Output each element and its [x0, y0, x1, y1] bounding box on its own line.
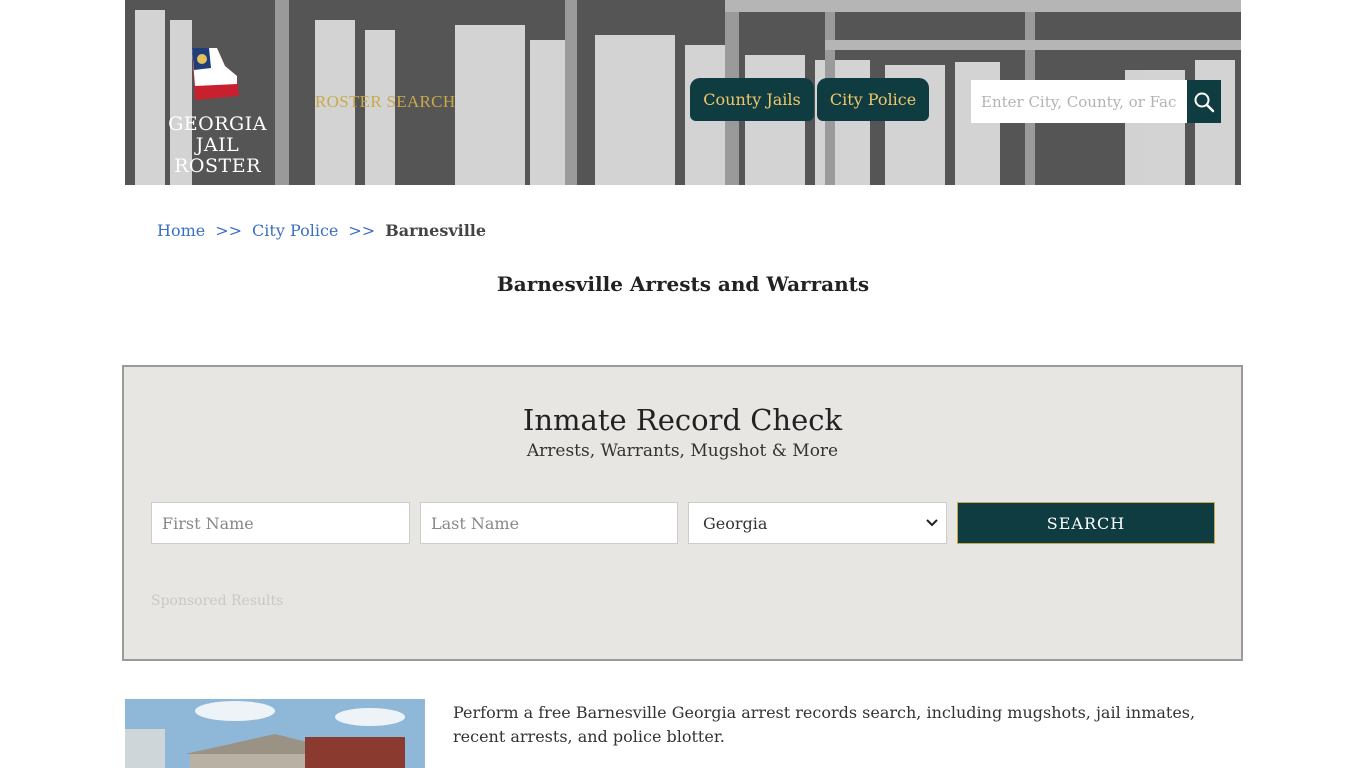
site-header: GEORGIA JAIL ROSTER ROSTER SEARCH County…: [125, 0, 1241, 185]
search-icon: [1194, 92, 1215, 112]
record-check-title: Inmate Record Check: [522, 403, 843, 437]
logo-line-1: GEORGIA: [168, 113, 267, 135]
roster-search-link[interactable]: ROSTER SEARCH: [315, 92, 455, 112]
last-name-input[interactable]: [420, 502, 678, 544]
state-select-value: Georgia: [703, 513, 768, 533]
site-logo[interactable]: GEORGIA JAIL ROSTER: [155, 46, 280, 177]
breadcrumb-home[interactable]: Home: [157, 221, 205, 240]
record-check-subtitle: Arrests, Warrants, Mugshot & More: [526, 441, 839, 461]
georgia-state-flag-icon: [192, 48, 239, 100]
state-select[interactable]: Georgia: [688, 502, 947, 544]
breadcrumb-current: Barnesville: [385, 221, 487, 240]
nav-tab-city-police[interactable]: City Police: [817, 78, 929, 121]
inmate-record-check-panel: Inmate Record Check Arrests, Warrants, M…: [122, 365, 1243, 661]
breadcrumb-city-police[interactable]: City Police: [252, 221, 338, 240]
facility-search-button[interactable]: [1187, 80, 1221, 123]
building-image: [125, 699, 425, 768]
intro-paragraph: Perform a free Barnesville Georgia arres…: [453, 703, 1196, 746]
record-search-button[interactable]: SEARCH: [957, 502, 1215, 544]
page-title: Barnesville Arrests and Warrants: [496, 272, 870, 296]
chevron-down-icon: [926, 519, 938, 527]
facility-search-input[interactable]: [971, 80, 1187, 123]
breadcrumb-separator: >>: [215, 221, 243, 240]
logo-text: GEORGIA JAIL ROSTER: [155, 114, 280, 177]
nav-tab-county-jails[interactable]: County Jails: [690, 78, 814, 121]
first-name-input[interactable]: [151, 502, 410, 544]
logo-line-2: JAIL ROSTER: [174, 134, 261, 177]
sponsored-results-label: Sponsored Results: [151, 593, 284, 609]
breadcrumb: Home >> City Police >> Barnesville: [157, 221, 486, 240]
police-building-photo: [125, 699, 425, 768]
breadcrumb-separator: >>: [348, 221, 376, 240]
